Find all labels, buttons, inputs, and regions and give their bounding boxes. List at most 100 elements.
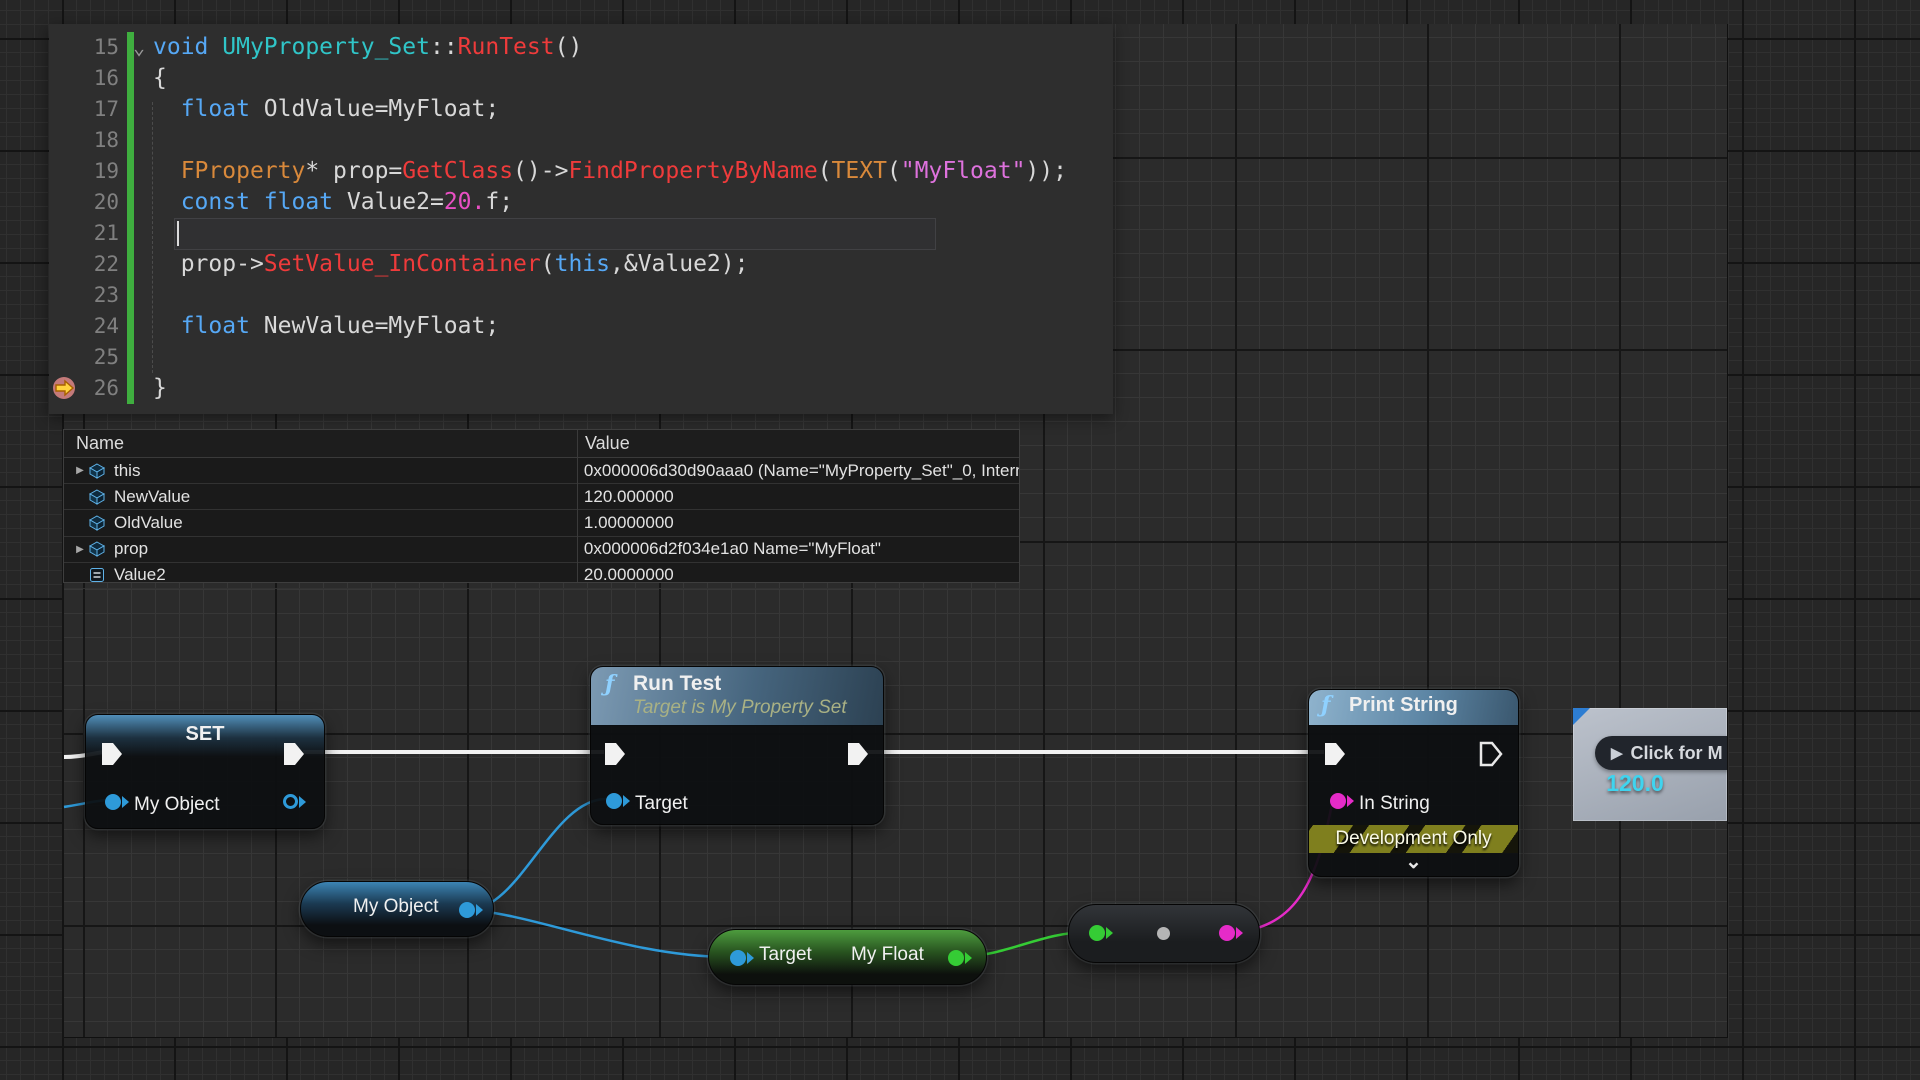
target-input-pin[interactable] [730, 950, 760, 966]
line-number[interactable]: 23 [49, 280, 123, 311]
object-type-icon [88, 540, 108, 558]
line-number[interactable]: 19 [49, 156, 123, 187]
name-column-header[interactable]: Name [64, 433, 577, 454]
exec-out-pin[interactable] [282, 741, 306, 767]
exec-out-pin[interactable] [846, 741, 870, 767]
line-number[interactable]: 15 [49, 32, 123, 63]
in-string-input-pin[interactable] [1330, 793, 1360, 809]
float-output-pin[interactable] [948, 950, 978, 966]
development-only-banner: Development Only [1309, 825, 1518, 853]
code-text: float NewValue=MyFloat; [153, 311, 499, 342]
code-line[interactable]: 23 [49, 280, 1113, 311]
variable-value: 1.00000000 [576, 513, 1019, 533]
expand-node-chevron-icon[interactable]: ⌄ [1309, 855, 1518, 869]
code-token: RunTest [458, 34, 555, 60]
code-text: { [153, 63, 167, 94]
debugger-watch-panel[interactable]: Name Value ▶this0x000006d30d90aaa0 (Name… [63, 429, 1020, 583]
set-node[interactable]: SET My Object [85, 714, 325, 829]
object-type-icon [88, 514, 108, 532]
watch-row[interactable]: ▶prop0x000006d2f034e1a0 Name="MyFloat" [64, 537, 1019, 563]
get-my-float-node[interactable]: Target My Float [708, 929, 987, 985]
column-divider[interactable] [577, 430, 578, 582]
code-line[interactable]: 22 prop->SetValue_InContainer(this,&Valu… [49, 249, 1113, 280]
exec-in-pin[interactable] [1323, 741, 1347, 767]
function-icon: ƒ [605, 671, 614, 697]
my-object-getter-node[interactable]: My Object [300, 881, 494, 937]
target-pin-label: Target [759, 944, 812, 966]
line-number[interactable]: 17 [49, 94, 123, 125]
code-line[interactable]: 24 float NewValue=MyFloat; [49, 311, 1113, 342]
code-line[interactable]: 26} [49, 373, 1113, 404]
text-caret [177, 221, 179, 246]
code-line[interactable]: 17 float OldValue=MyFloat; [49, 94, 1113, 125]
variable-value: 0x000006d30d90aaa0 (Name="MyProperty_Set… [576, 461, 1019, 481]
debug-watch-bubble: ▶ Click for M 120.0 [1573, 708, 1727, 821]
exec-in-pin[interactable] [100, 741, 124, 767]
code-token [153, 189, 181, 215]
code-token: FProperty [181, 158, 306, 184]
code-token [153, 158, 181, 184]
code-token: ( [887, 158, 901, 184]
code-token: f; [485, 189, 513, 215]
my-object-input-pin[interactable] [105, 794, 135, 810]
code-line[interactable]: 25 [49, 342, 1113, 373]
line-number[interactable]: 21 [49, 218, 123, 249]
line-number[interactable]: 18 [49, 125, 123, 156]
print-string-node[interactable]: ƒ Print String In String Development Onl… [1308, 689, 1519, 877]
code-token: { [153, 65, 167, 91]
code-token: float [181, 313, 264, 339]
code-token: 20. [444, 189, 486, 215]
watch-row[interactable]: Value220.0000000 [64, 563, 1019, 589]
code-line[interactable]: 15⌄void UMyProperty_Set::RunTest() [49, 32, 1113, 63]
code-text: } [153, 373, 167, 404]
run-test-subtitle: Target is My Property Set [633, 697, 847, 719]
code-line[interactable]: 16 { [49, 63, 1113, 94]
target-input-pin[interactable] [606, 793, 636, 809]
code-token: ( [541, 251, 555, 277]
fold-chevron-icon[interactable]: ⌄ [133, 32, 145, 63]
line-number[interactable]: 25 [49, 342, 123, 373]
code-line[interactable]: 18 [49, 125, 1113, 156]
code-token: TEXT [832, 158, 887, 184]
float-input-pin[interactable] [1089, 925, 1119, 941]
code-line[interactable]: 21 [49, 218, 1113, 249]
float-to-string-conversion-node[interactable] [1068, 904, 1260, 963]
code-token: ( [818, 158, 832, 184]
execution-pointer-icon[interactable] [52, 376, 76, 400]
object-output-pin[interactable] [283, 794, 312, 809]
target-pin-label: Target [635, 793, 688, 815]
line-number[interactable]: 22 [49, 249, 123, 280]
conversion-dot-icon [1157, 927, 1170, 940]
line-number[interactable]: 16 [49, 63, 123, 94]
watch-row[interactable]: NewValue120.000000 [64, 484, 1019, 510]
expand-arrow-icon[interactable]: ▶ [72, 544, 88, 555]
my-object-pin-label: My Object [134, 794, 220, 816]
code-token: OldValue=MyFloat; [264, 96, 499, 122]
object-output-pin[interactable] [459, 902, 489, 918]
exec-in-pin[interactable] [603, 741, 627, 767]
watch-row[interactable]: OldValue 1.00000000 [64, 510, 1019, 536]
watch-row[interactable]: ▶this0x000006d30d90aaa0 (Name="MyPropert… [64, 458, 1019, 484]
development-only-label: Development Only [1335, 828, 1491, 850]
code-editor[interactable]: 15⌄void UMyProperty_Set::RunTest()16{17 … [49, 24, 1113, 414]
code-lines: 15⌄void UMyProperty_Set::RunTest()16{17 … [49, 32, 1113, 404]
value-column-header[interactable]: Value [577, 433, 630, 454]
code-line[interactable]: 20 const float Value2=20.f; [49, 187, 1113, 218]
exec-out-pin-unconnected[interactable] [1479, 741, 1503, 767]
code-token: } [153, 375, 167, 401]
line-number[interactable]: 24 [49, 311, 123, 342]
string-output-pin[interactable] [1219, 925, 1249, 941]
play-icon: ▶ [1611, 744, 1623, 762]
variable-name: OldValue [114, 513, 183, 533]
code-token: prop-> [181, 251, 264, 277]
object-type-icon [88, 488, 108, 506]
line-number[interactable]: 20 [49, 187, 123, 218]
code-line[interactable]: 19 FProperty* prop=GetClass()->FindPrope… [49, 156, 1113, 187]
run-test-node[interactable]: ƒ Run Test Target is My Property Set Tar… [590, 666, 884, 825]
click-for-more-button[interactable]: ▶ Click for M [1595, 736, 1727, 770]
watch-header-row: Name Value [64, 430, 1019, 458]
expand-arrow-icon[interactable]: ▶ [72, 465, 88, 476]
code-token: void [153, 34, 222, 60]
variable-name: NewValue [114, 487, 190, 507]
code-token: () [555, 34, 583, 60]
